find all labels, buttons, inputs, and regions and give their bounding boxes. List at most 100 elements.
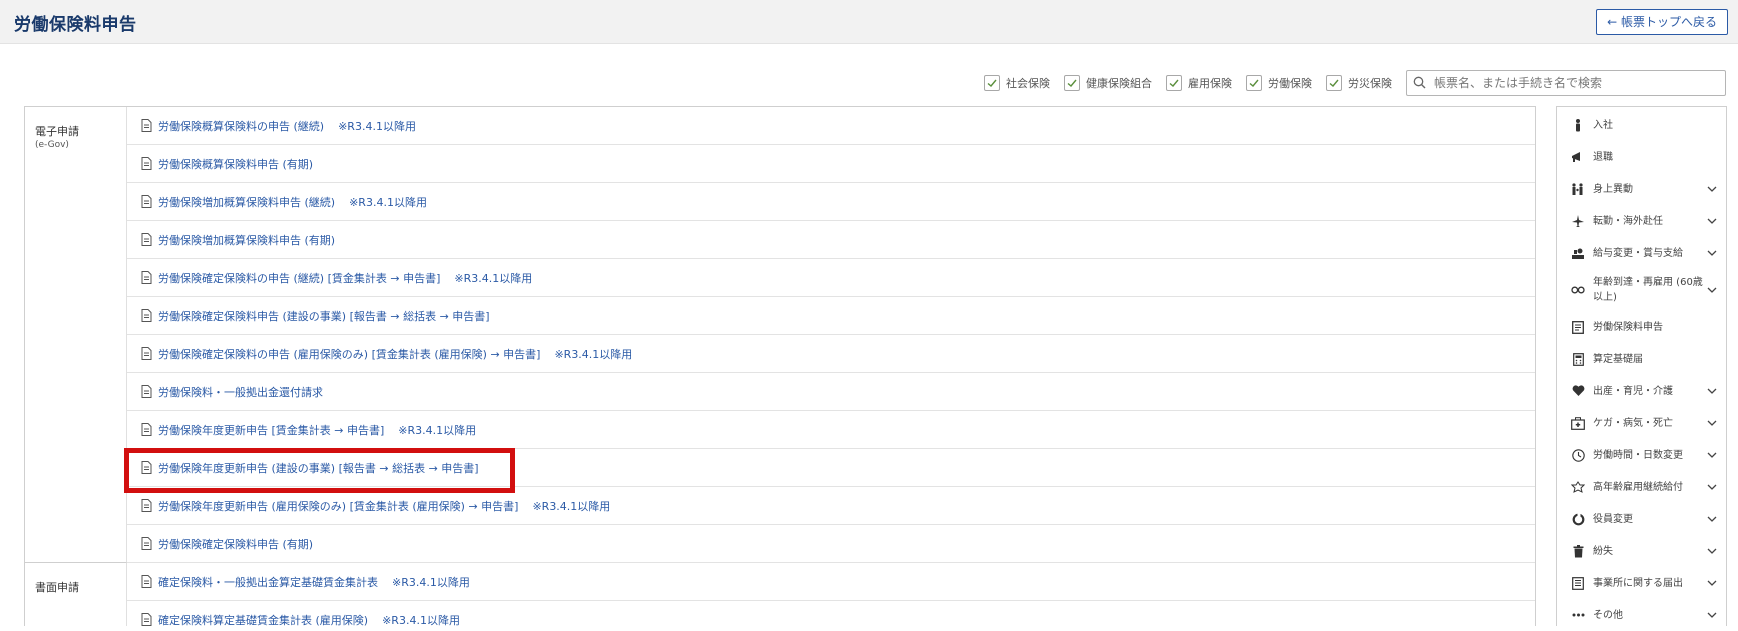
form-link-row[interactable]: 労働保険確定保険料申告 (建設の事業) [報告書 → 総括表 → 申告書]	[127, 297, 1535, 335]
form-link-text[interactable]: 労働保険年度更新申告 (雇用保険のみ) [賃金集計表 (雇用保険) → 申告書]	[158, 498, 518, 514]
section-paper: 書面申請 確定保険料・一般拠出金算定基礎賃金集計表 ※R3.4.1以降用 確定保険…	[25, 563, 1535, 626]
form-note: ※R3.4.1以降用	[554, 347, 633, 361]
form-link-text[interactable]: 労働保険増加概算保険料申告 (継続)	[158, 194, 335, 210]
clock-icon	[1571, 448, 1585, 462]
filter-rosai-hoken[interactable]: 労災保険	[1326, 75, 1392, 91]
checkbox[interactable]	[984, 75, 1000, 91]
search-input[interactable]	[1432, 75, 1712, 91]
sidebar-item-santei-kiso[interactable]: 算定基礎届	[1557, 343, 1726, 375]
chevron-down-icon[interactable]	[1706, 419, 1718, 427]
sidebar-item-label: 転勤・海外赴任	[1593, 215, 1663, 227]
sidebar-item-tenkin[interactable]: 転勤・海外赴任	[1557, 205, 1726, 237]
chevron-down-icon[interactable]	[1706, 483, 1718, 491]
checkbox[interactable]	[1166, 75, 1182, 91]
search-icon	[1413, 74, 1426, 93]
chevron-down-icon[interactable]	[1706, 611, 1718, 619]
form-note: ※R3.4.1以降用	[398, 423, 477, 437]
sidebar-item-funshitsu[interactable]: 紛失	[1557, 535, 1726, 567]
form-link-text[interactable]: 労働保険確定保険料申告 (有期)	[158, 536, 313, 552]
chevron-down-icon[interactable]	[1706, 451, 1718, 459]
sidebar-item-label: 算定基礎届	[1593, 353, 1643, 365]
sidebar-item-rodo-hokenryo[interactable]: 労働保険料申告	[1557, 311, 1726, 343]
filter-shakai-hoken[interactable]: 社会保険	[984, 75, 1050, 91]
chevron-down-icon[interactable]	[1706, 249, 1718, 257]
back-to-forms-top-button[interactable]: ← 帳票トップへ戻る	[1596, 9, 1728, 35]
form-link-text[interactable]: 確定保険料・一般拠出金算定基礎賃金集計表	[158, 574, 378, 590]
form-link-row[interactable]: 労働保険確定保険料の申告 (継続) [賃金集計表 → 申告書] ※R3.4.1以降…	[127, 259, 1535, 297]
form-link-row[interactable]: 労働保険確定保険料の申告 (雇用保険のみ) [賃金集計表 (雇用保険) → 申告…	[127, 335, 1535, 373]
sidebar-item-kyuyo-henko[interactable]: 給与変更・賞与支給	[1557, 237, 1726, 269]
form-link-row[interactable]: 労働保険年度更新申告 [賃金集計表 → 申告書] ※R3.4.1以降用	[127, 411, 1535, 449]
form-link-row[interactable]: 労働保険増加概算保険料申告 (継続) ※R3.4.1以降用	[127, 183, 1535, 221]
infinity-icon	[1571, 283, 1585, 297]
sidebar-item-label: その他	[1593, 609, 1623, 621]
form-link-row[interactable]: 労働保険概算保険料申告 (有期)	[127, 145, 1535, 183]
form-link-text[interactable]: 労働保険増加概算保険料申告 (有期)	[158, 232, 335, 248]
form-link-text[interactable]: 確定保険料算定基礎賃金集計表 (雇用保険)	[158, 612, 368, 627]
form-link-row[interactable]: 労働保険確定保険料申告 (有期)	[127, 525, 1535, 563]
sidebar-item-label: 高年齢雇用継続給付	[1593, 481, 1683, 493]
section-title: 電子申請	[35, 125, 79, 138]
filter-label: 雇用保険	[1188, 77, 1232, 90]
filter-kenpo-kumiai[interactable]: 健康保険組合	[1064, 75, 1152, 91]
sidebar-item-yakuin-henko[interactable]: 役員変更	[1557, 503, 1726, 535]
search-box[interactable]	[1406, 70, 1726, 96]
sidebar-item-jigyosho[interactable]: 事業所に関する届出	[1557, 567, 1726, 599]
sidebar-item-sonota[interactable]: その他	[1557, 599, 1726, 631]
document-icon	[141, 195, 152, 208]
chevron-down-icon[interactable]	[1706, 579, 1718, 587]
sidebar-item-label: 給与変更・賞与支給	[1593, 247, 1683, 259]
document-icon	[141, 385, 152, 398]
sidebar-item-kega[interactable]: ケガ・病気・死亡	[1557, 407, 1726, 439]
filter-koyo-hoken[interactable]: 雇用保険	[1166, 75, 1232, 91]
form-link-text[interactable]: 労働保険年度更新申告 [賃金集計表 → 申告書]	[158, 422, 384, 438]
form-note: ※R3.4.1以降用	[532, 499, 611, 513]
chevron-down-icon[interactable]	[1706, 286, 1718, 294]
form-link-row[interactable]: 労働保険概算保険料の申告 (継続) ※R3.4.1以降用	[127, 107, 1535, 145]
form-link-text[interactable]: 労働保険確定保険料の申告 (雇用保険のみ) [賃金集計表 (雇用保険) → 申告…	[158, 346, 540, 362]
form-link-row[interactable]: 労働保険増加概算保険料申告 (有期)	[127, 221, 1535, 259]
sidebar-item-label: 紛失	[1593, 545, 1613, 557]
heart-icon	[1571, 384, 1585, 398]
sidebar-item-konenrei[interactable]: 高年齢雇用継続給付	[1557, 471, 1726, 503]
checkbox[interactable]	[1246, 75, 1262, 91]
chevron-down-icon[interactable]	[1706, 387, 1718, 395]
sidebar-item-label: 年齢到達・再雇用 (60歳以上)	[1593, 277, 1703, 303]
more-icon	[1571, 608, 1585, 622]
form-link-text[interactable]: 労働保険概算保険料の申告 (継続)	[158, 118, 324, 134]
chevron-down-icon[interactable]	[1706, 217, 1718, 225]
sidebar-item-label: 身上異動	[1593, 183, 1633, 195]
category-sidebar: 入社 退職 身上異動 転勤・海外赴任 給与変更・賞与支給 年齢到達・再雇用 (6…	[1556, 106, 1727, 626]
sidebar-item-rodo-jikan[interactable]: 労働時間・日数変更	[1557, 439, 1726, 471]
sidebar-item-taishoku[interactable]: 退職	[1557, 141, 1726, 173]
section-subtitle: (e-Gov)	[35, 140, 69, 150]
form-link-text[interactable]: 労働保険概算保険料申告 (有期)	[158, 156, 313, 172]
sidebar-item-nyusha[interactable]: 入社	[1557, 109, 1726, 141]
chevron-down-icon[interactable]	[1706, 547, 1718, 555]
sidebar-item-label: 退職	[1593, 151, 1613, 163]
document-icon	[141, 157, 152, 170]
document-icon	[141, 119, 152, 132]
filter-rodo-hoken[interactable]: 労働保険	[1246, 75, 1312, 91]
form-link-row[interactable]: 確定保険料算定基礎賃金集計表 (雇用保険) ※R3.4.1以降用	[127, 601, 1535, 626]
form-note: ※R3.4.1以降用	[349, 195, 427, 209]
document-icon	[141, 233, 152, 246]
chevron-down-icon[interactable]	[1706, 515, 1718, 523]
sidebar-item-shussan[interactable]: 出産・育児・介護	[1557, 375, 1726, 407]
sidebar-item-nenrei-totatsu[interactable]: 年齢到達・再雇用 (60歳以上)	[1557, 269, 1726, 311]
highlight-annotation-box	[124, 448, 515, 493]
checkbox[interactable]	[1326, 75, 1342, 91]
chevron-down-icon[interactable]	[1706, 185, 1718, 193]
form-link-text[interactable]: 労働保険料・一般拠出金還付請求	[158, 384, 323, 400]
form-note: ※R3.4.1以降用	[392, 575, 470, 589]
document-icon	[141, 347, 152, 360]
document-icon	[141, 575, 152, 588]
form-link-row[interactable]: 労働保険料・一般拠出金還付請求	[127, 373, 1535, 411]
sidebar-item-label: 入社	[1593, 119, 1613, 131]
form-link-text[interactable]: 労働保険確定保険料申告 (建設の事業) [報告書 → 総括表 → 申告書]	[158, 308, 490, 324]
checkbox[interactable]	[1064, 75, 1080, 91]
form-link-row[interactable]: 確定保険料・一般拠出金算定基礎賃金集計表 ※R3.4.1以降用	[127, 563, 1535, 601]
sidebar-item-shinjo-ido[interactable]: 身上異動	[1557, 173, 1726, 205]
form-link-text[interactable]: 労働保険確定保険料の申告 (継続) [賃金集計表 → 申告書]	[158, 270, 440, 286]
form-note: ※R3.4.1以降用	[454, 271, 533, 285]
